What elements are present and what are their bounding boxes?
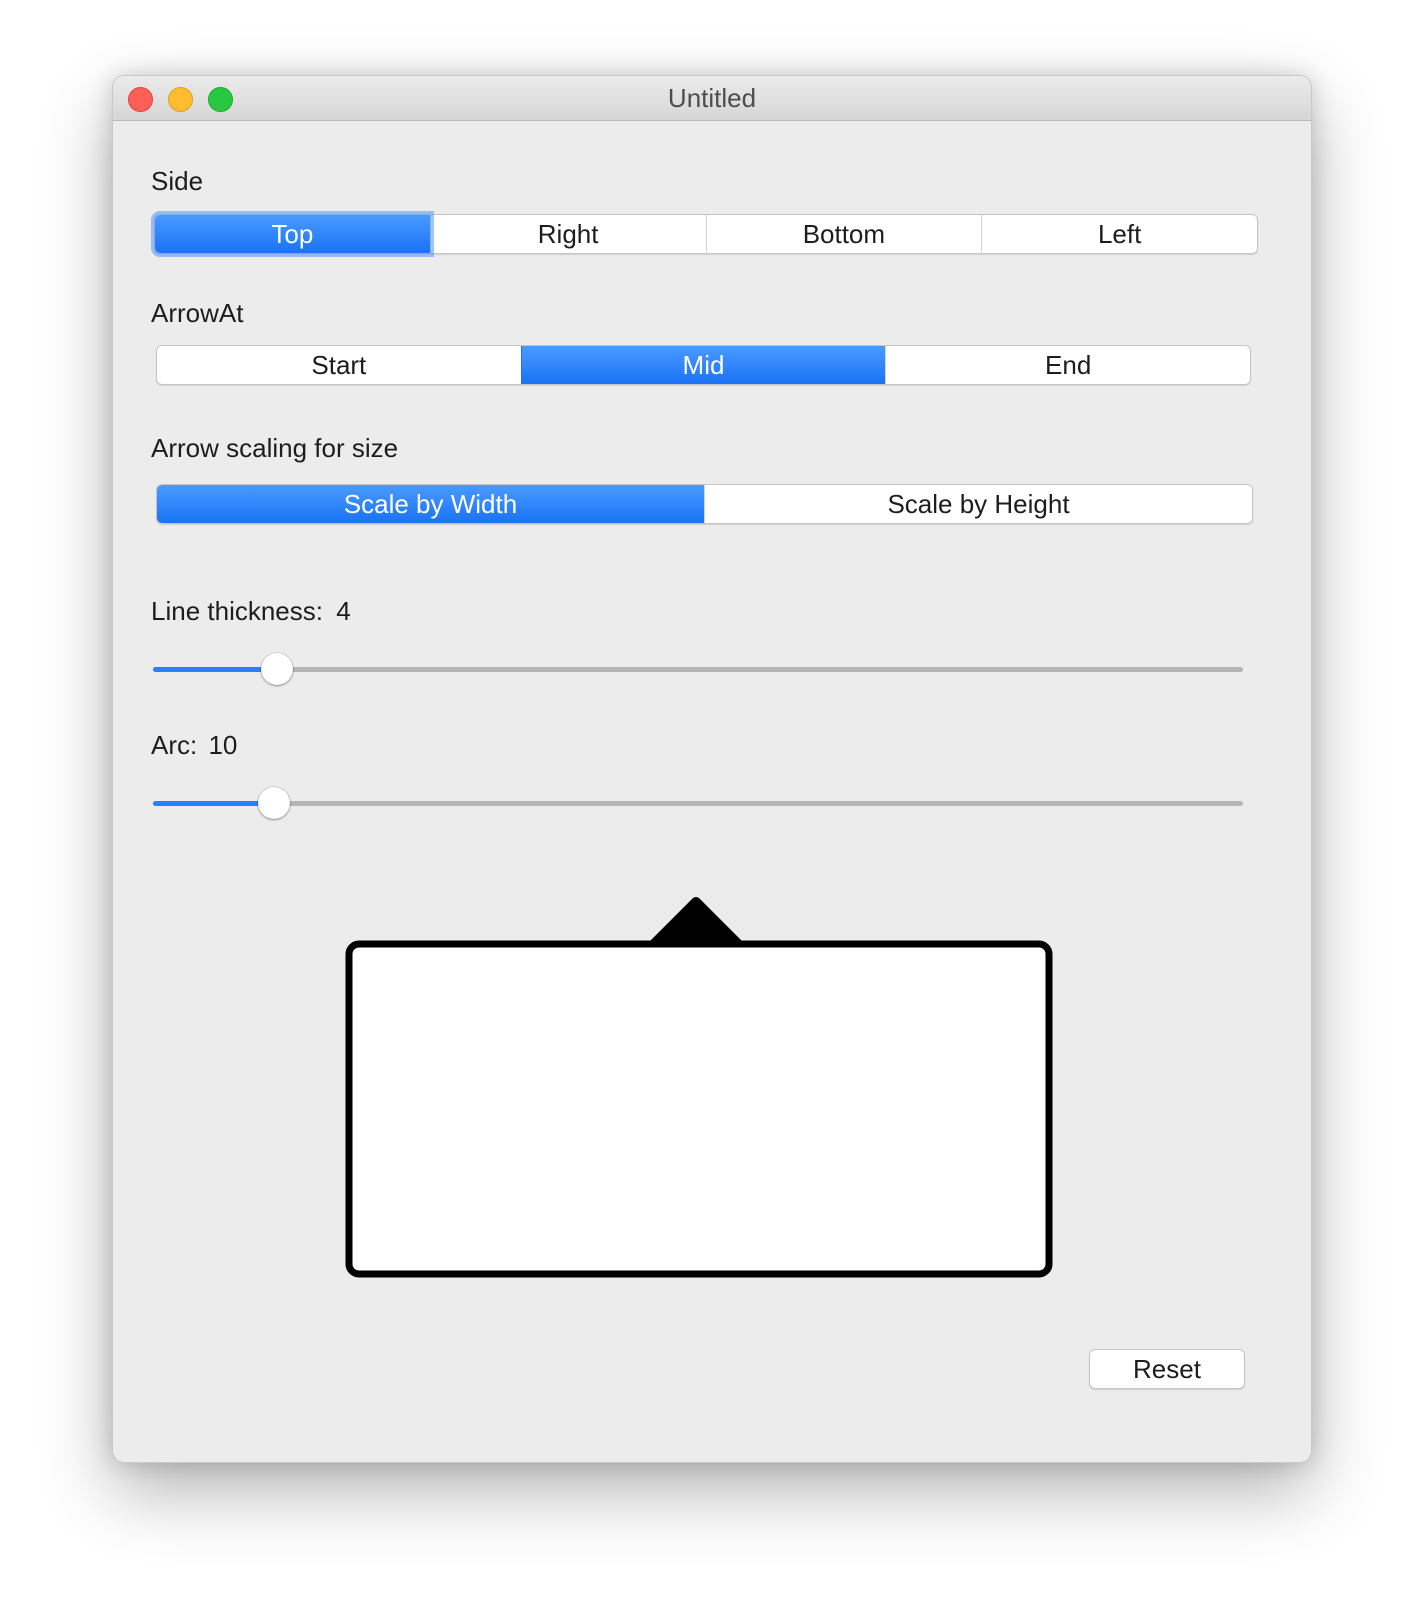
line-thickness-caption: Line thickness:	[151, 596, 323, 626]
line-thickness-slider[interactable]	[153, 653, 1243, 685]
side-label: Side	[151, 166, 204, 196]
arc-slider[interactable]	[153, 787, 1243, 819]
arc-slider-thumb[interactable]	[257, 787, 290, 819]
callout-shape-preview	[345, 897, 1053, 1278]
arc-caption: Arc:	[151, 730, 198, 760]
arrow-at-option-end[interactable]: End	[885, 346, 1251, 384]
scale-by-height-option[interactable]: Scale by Height	[704, 485, 1252, 523]
arc-slider-fill	[153, 801, 274, 806]
arrow-scaling-label: Arrow scaling for size	[151, 433, 399, 463]
arc-slider-track	[153, 801, 1243, 806]
line-thickness-slider-thumb[interactable]	[261, 653, 294, 685]
callout-body	[345, 940, 1053, 1278]
side-segmented-control: Top Right Bottom Left	[154, 214, 1258, 254]
arc-label: Arc: 10	[151, 730, 237, 761]
side-option-top[interactable]: Top	[155, 215, 430, 253]
arrow-at-option-mid[interactable]: Mid	[520, 346, 886, 384]
line-thickness-label: Line thickness: 4	[151, 596, 351, 627]
line-thickness-value: 4	[336, 596, 351, 626]
arrow-at-option-start[interactable]: Start	[157, 346, 521, 384]
arrow-scaling-segmented-control: Scale by Width Scale by Height	[156, 484, 1253, 524]
arrow-at-label: ArrowAt	[151, 298, 244, 328]
side-option-bottom[interactable]: Bottom	[705, 215, 982, 253]
title-bar: Untitled	[113, 76, 1311, 121]
side-option-left[interactable]: Left	[981, 215, 1257, 253]
reset-button[interactable]: Reset	[1089, 1349, 1245, 1389]
arc-value: 10	[208, 730, 238, 760]
window-title: Untitled	[667, 83, 757, 113]
callout-arrow	[648, 897, 744, 943]
line-thickness-slider-fill	[153, 667, 278, 672]
app-window: Untitled Side Top Right Bottom Left Arro…	[112, 75, 1312, 1463]
arrow-at-segmented-control: Start Mid End	[156, 345, 1251, 385]
scale-by-width-option[interactable]: Scale by Width	[157, 485, 704, 523]
line-thickness-slider-track	[153, 667, 1243, 672]
side-option-right[interactable]: Right	[429, 215, 706, 253]
